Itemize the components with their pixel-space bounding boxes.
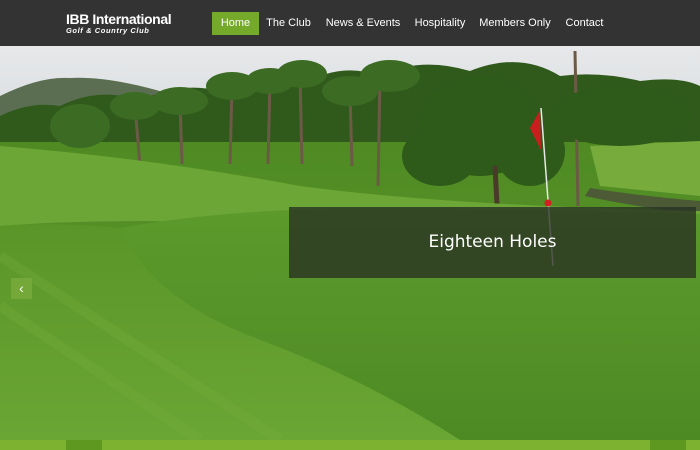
slide-caption-text: Eighteen Holes (428, 232, 557, 252)
nav-the-club[interactable]: The Club (262, 12, 315, 35)
chevron-left-icon: ‹ (19, 280, 24, 296)
slide-caption: Eighteen Holes (289, 207, 696, 278)
nav-members-only[interactable]: Members Only (478, 12, 552, 35)
footer-accent-segment (66, 440, 102, 450)
logo-title: IBB International (66, 11, 172, 27)
site-logo[interactable]: IBB International Golf & Country Club (66, 11, 172, 35)
footer-accent-bar (0, 440, 700, 450)
nav-home[interactable]: Home (212, 12, 259, 35)
logo-subtitle: Golf & Country Club (66, 26, 150, 35)
nav-news-events[interactable]: News & Events (321, 12, 405, 35)
footer-accent-segment (650, 440, 686, 450)
nav-contact[interactable]: Contact (562, 12, 607, 35)
header-bar: IBB International Golf & Country Club Ho… (0, 0, 700, 46)
nav-hospitality[interactable]: Hospitality (410, 12, 470, 35)
slider-prev-button[interactable]: ‹ (11, 278, 32, 299)
